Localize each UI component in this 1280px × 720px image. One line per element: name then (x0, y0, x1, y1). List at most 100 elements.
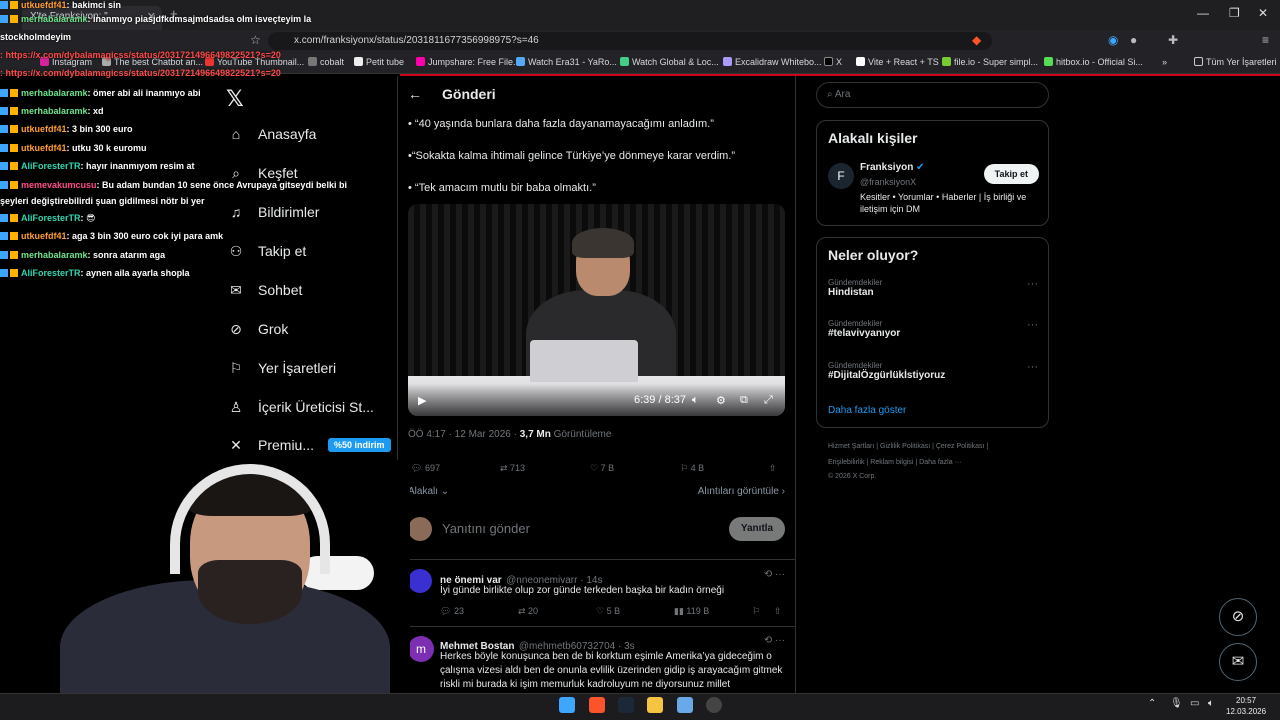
more-bookmarks-icon[interactable]: » (1162, 57, 1167, 67)
volume-icon[interactable]: 🔈︎ (692, 394, 699, 407)
vite-icon (856, 57, 865, 66)
chat-text: : ömer abi ali inanmıyo abi (87, 88, 201, 98)
video-person-hair (572, 228, 634, 258)
sidebar-item-home[interactable]: ⌂ Anasayfa (228, 126, 317, 142)
bookmark-item[interactable]: Petit tube (354, 57, 404, 67)
bookmark-item[interactable]: Watch Global & Loc... (620, 57, 719, 67)
chat-message: utkuefdf41: utku 30 k euromu (0, 143, 147, 153)
tray-chevron-icon[interactable]: ⌃ (1148, 698, 1156, 709)
person-name[interactable]: Franksiyon ✔ (860, 162, 925, 173)
settings-gear-icon[interactable]: ⚙ (716, 394, 726, 407)
play-icon[interactable]: ▶ (418, 394, 426, 407)
webcam-overlay (0, 460, 410, 693)
views-action[interactable]: ▮▮ 119 B (674, 606, 709, 617)
back-arrow-icon[interactable]: ← (408, 86, 422, 102)
windows-start-icon[interactable] (559, 697, 575, 713)
bell-icon: ♫ (230, 204, 242, 220)
x-logo-icon[interactable]: 𝕏 (226, 86, 244, 112)
share-icon[interactable]: ⇧ (774, 606, 782, 617)
bookmark-item[interactable]: Excalidraw Whitebo... (723, 57, 822, 67)
bookmark-action[interactable]: ⚐ 4 B (680, 463, 704, 474)
sidebar-item-explore[interactable]: ⌕ Keşfet (228, 165, 298, 182)
trend-item[interactable]: Gündemdekiler Hindistan (828, 278, 882, 298)
bookmark-page-icon[interactable]: ☆ (250, 33, 261, 47)
bookmark-item[interactable]: Jumpshare: Free File... (416, 57, 521, 67)
bookmark-item[interactable]: X (824, 57, 842, 67)
maximize-icon[interactable]: ❐ (1229, 6, 1240, 20)
display-icon[interactable]: ▭ (1190, 698, 1199, 709)
sidebar-item-grok[interactable]: ⊘ Grok (228, 321, 288, 338)
chat-username: merhabalaramk (21, 14, 88, 24)
minimize-icon[interactable]: — (1197, 6, 1209, 20)
repost-action[interactable]: ⇄ 20 (518, 606, 538, 617)
grok-fab-icon[interactable]: ⊘ (1219, 598, 1257, 636)
bookmark-icon[interactable]: ⚐ (752, 606, 760, 617)
pip-icon[interactable]: ⧉ (740, 394, 748, 407)
trend-item[interactable]: Gündemdekiler #telavivyanıyor (828, 319, 900, 339)
avatar: m (408, 636, 434, 662)
reply-input[interactable]: Yanıtını gönder (442, 521, 530, 536)
fullscreen-icon[interactable]: ⤢ (764, 394, 773, 407)
repost-action[interactable]: ⇄ 713 (500, 463, 525, 474)
sidebar-item-bookmarks[interactable]: ⚐ Yer İşaretleri (228, 360, 336, 377)
more-options-icon[interactable]: ··· (1027, 278, 1038, 290)
microphone-icon[interactable]: 🎙︎ (1170, 698, 1183, 709)
bookmark-item[interactable]: Watch Era31 - YaRo... (516, 57, 617, 67)
search-input[interactable]: ⌕ Ara (816, 82, 1049, 108)
menu-icon[interactable]: ≡ (1262, 33, 1269, 47)
reply-action[interactable]: 💬︎ 23 (440, 606, 464, 617)
brave-browser-icon[interactable] (589, 697, 605, 713)
post-text-line: • “Tek amacım mutlu bir baba olmaktı.” (408, 182, 596, 194)
chat-badge-icon (0, 214, 8, 222)
bookmark-item[interactable]: hitbox.io - Official Si... (1044, 57, 1143, 67)
extensions-puzzle-icon[interactable]: ✚ (1168, 33, 1178, 47)
bookmark-item[interactable]: cobalt (308, 57, 344, 67)
messages-fab-icon[interactable]: ✉ (1219, 643, 1257, 681)
extension-icon[interactable]: ◉ (1108, 33, 1118, 47)
view-quotes-link[interactable]: Alıntıları görüntüle › (698, 486, 785, 497)
file-explorer-icon[interactable] (647, 697, 663, 713)
more-options-icon[interactable]: ⟲ ··· (764, 635, 785, 646)
chat-badge-icon (0, 269, 8, 277)
sidebar-item-chat[interactable]: ✉ Sohbet (228, 282, 302, 299)
bookmark-item[interactable]: Vite + React + TS (856, 57, 939, 67)
footer-links[interactable]: Hizmet Şartları | Gizlilik Politikası | … (828, 443, 988, 450)
chat-badge-icon (10, 232, 18, 240)
extension-icon[interactable]: ● (1130, 33, 1137, 47)
sort-dropdown[interactable]: Alakalı ⌄ (408, 486, 449, 497)
sidebar-item-notifications[interactable]: ♫ Bildirimler (228, 204, 320, 220)
trend-item[interactable]: Gündemdekiler #DijitalÖzgürlükİstiyoruz (828, 361, 945, 381)
brave-shield-icon[interactable]: ◆ (972, 33, 981, 47)
reply-button[interactable]: Yanıtla (729, 517, 785, 541)
show-more-link[interactable]: Daha fazla göster (828, 405, 906, 416)
window-close-icon[interactable]: ✕ (1258, 6, 1268, 20)
chat-badge-icon (0, 181, 8, 189)
globe-icon (620, 57, 629, 66)
sidebar-item-creator-studio[interactable]: ♙ İçerik Üreticisi St... (228, 399, 374, 416)
like-action[interactable]: ♡ 5 B (596, 606, 620, 617)
address-bar[interactable]: x.com/franksiyonx/status/203181167735699… (268, 32, 992, 50)
bookmark-item[interactable]: file.io - Super simpl... (942, 57, 1038, 67)
app-icon[interactable] (677, 697, 693, 713)
sidebar-item-follow[interactable]: ⚇ Takip et (228, 242, 307, 260)
footer-links[interactable]: Erişilebilirlik | Reklam bilgisi | Daha … (828, 459, 962, 466)
chat-badge-icon (10, 15, 18, 23)
share-icon[interactable]: ⇧ (769, 463, 777, 474)
more-options-icon[interactable]: ··· (1027, 361, 1038, 373)
all-bookmarks[interactable]: Tüm Yer İşaretleri (1194, 57, 1277, 67)
chat-badge-icon (10, 144, 18, 152)
more-options-icon[interactable]: ⟲ ··· (764, 569, 785, 580)
chat-badge-icon (10, 125, 18, 133)
chat-message: stockholmdeyim (0, 32, 71, 42)
jumpshare-icon (416, 57, 425, 66)
more-options-icon[interactable]: ··· (1027, 319, 1038, 331)
obs-icon[interactable] (706, 697, 722, 713)
steam-icon[interactable] (618, 697, 634, 713)
sidebar-item-premium[interactable]: ✕ Premiu... %50 indirim (228, 437, 391, 453)
video-player[interactable]: ▶ 6:39 / 8:37 🔈︎ ⚙ ⧉ ⤢ (408, 204, 785, 416)
reply-action[interactable]: 💬︎ 697 (411, 463, 440, 474)
person-add-icon: ⚇ (229, 242, 243, 259)
speaker-icon[interactable]: 🔈︎ (1208, 698, 1214, 709)
like-action[interactable]: ♡ 7 B (590, 463, 614, 474)
follow-button[interactable]: Takip et (983, 164, 1039, 184)
